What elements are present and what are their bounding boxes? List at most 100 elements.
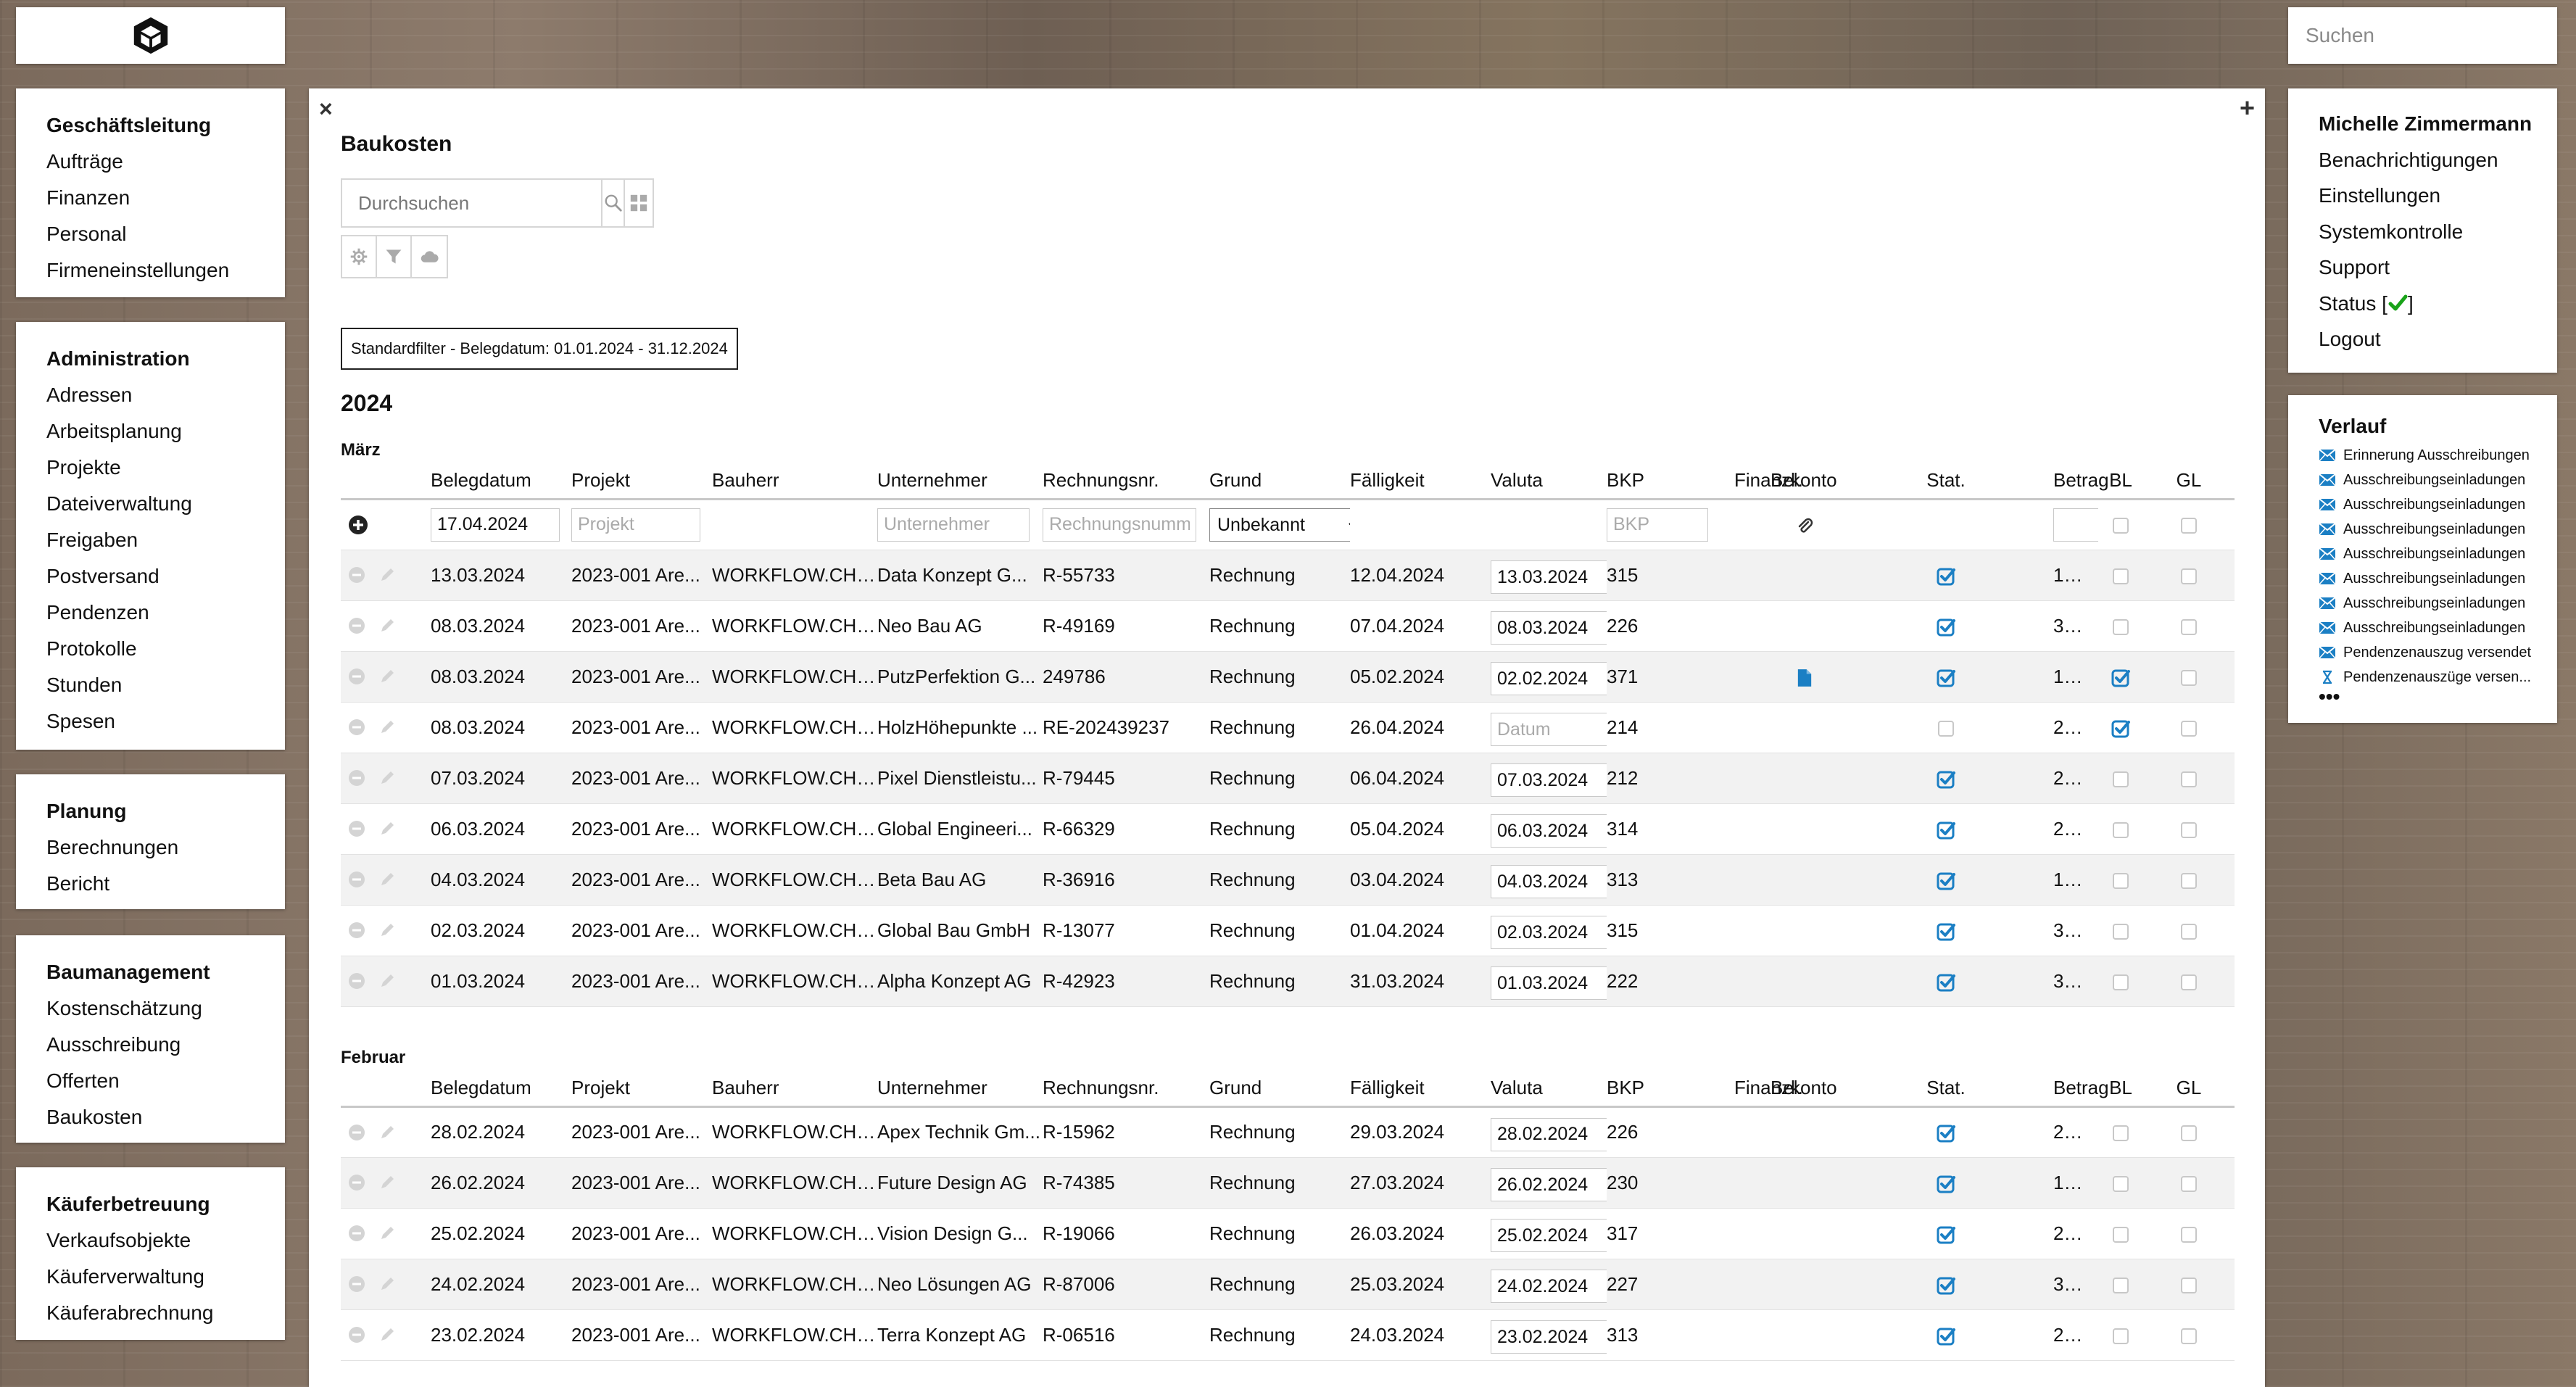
edit-pencil-icon[interactable] (378, 668, 396, 685)
user-link-systemkontrolle[interactable]: Systemkontrolle (2319, 214, 2557, 250)
nav-item-offerten[interactable]: Offerten (46, 1063, 285, 1099)
remove-circle-icon[interactable] (348, 922, 365, 939)
nav-item-adressen[interactable]: Adressen (46, 377, 285, 413)
col-finanzkonto[interactable]: Finanzkonto (1734, 1070, 1837, 1108)
gl-checkbox[interactable] (2181, 618, 2197, 635)
nav-item-stunden[interactable]: Stunden (46, 667, 285, 703)
col-gl[interactable]: GL (2143, 463, 2235, 500)
new-betrag-input[interactable] (2053, 508, 2098, 542)
remove-circle-icon[interactable] (348, 1174, 365, 1191)
history-more-button[interactable]: ••• (2319, 687, 2557, 707)
nav-item-bericht[interactable]: Bericht (46, 866, 285, 902)
table-row[interactable]: 01.03.2024 2023-001 Are... WORKFLOW.CH ...… (341, 956, 2235, 1007)
nav-item-arbeitsplanung[interactable]: Arbeitsplanung (46, 413, 285, 450)
edit-pencil-icon[interactable] (378, 566, 396, 584)
edit-pencil-icon[interactable] (378, 972, 396, 990)
bl-checkbox[interactable] (2113, 974, 2129, 990)
checked-box-icon[interactable] (1936, 1225, 1956, 1245)
checked-box-icon[interactable] (1936, 566, 1956, 587)
checked-box-icon[interactable] (1936, 769, 1956, 790)
bl-checkbox[interactable] (2113, 1328, 2129, 1344)
col-status[interactable]: Stat. (1839, 463, 2053, 500)
remove-circle-icon[interactable] (348, 871, 365, 888)
edit-pencil-icon[interactable] (378, 922, 396, 939)
remove-circle-icon[interactable] (348, 566, 365, 584)
edit-pencil-icon[interactable] (378, 871, 396, 888)
close-icon[interactable]: × (319, 96, 333, 123)
new-projekt-input[interactable] (571, 508, 701, 542)
col-gl[interactable]: GL (2143, 1070, 2235, 1108)
nav-heading[interactable]: Geschäftsleitung (46, 107, 285, 144)
col-unternehmer[interactable]: Unternehmer (877, 463, 1043, 500)
history-item[interactable]: Ausschreibungseinladungen (2319, 517, 2557, 542)
col-betrag[interactable]: Betrag (2053, 463, 2109, 500)
table-row[interactable]: 07.03.2024 2023-001 Are... WORKFLOW.CH ...… (341, 753, 2235, 804)
edit-pencil-icon[interactable] (378, 1225, 396, 1242)
nav-item-baukosten[interactable]: Baukosten (46, 1099, 285, 1135)
nav-item-auftraege[interactable]: Aufträge (46, 144, 285, 180)
new-belegdatum-input[interactable] (431, 508, 560, 542)
remove-circle-icon[interactable] (348, 820, 365, 837)
history-item[interactable]: Ausschreibungseinladungen (2319, 542, 2557, 566)
standard-filter-chip[interactable]: Standardfilter - Belegdatum: 01.01.2024 … (341, 328, 738, 370)
edit-pencil-icon[interactable] (378, 1124, 396, 1141)
nav-item-freigaben[interactable]: Freigaben (46, 522, 285, 558)
table-row[interactable]: 24.02.2024 2023-001 Are... WORKFLOW.CH ...… (341, 1259, 2235, 1310)
valuta-input[interactable] (1491, 966, 1607, 1000)
history-item[interactable]: Ausschreibungseinladungen (2319, 566, 2557, 591)
history-item[interactable]: Ausschreibungseinladungen (2319, 492, 2557, 517)
new-grund-select[interactable]: Unbekannt (1209, 508, 1350, 542)
gl-checkbox[interactable] (2181, 1277, 2197, 1293)
col-valuta[interactable]: Valuta (1491, 1070, 1607, 1108)
remove-circle-icon[interactable] (348, 668, 365, 685)
new-rechnungsnr-input[interactable] (1043, 508, 1196, 542)
valuta-input[interactable] (1491, 1168, 1607, 1201)
valuta-input[interactable] (1491, 763, 1607, 797)
remove-circle-icon[interactable] (348, 719, 365, 736)
valuta-input[interactable] (1491, 1219, 1607, 1252)
remove-circle-icon[interactable] (348, 617, 365, 634)
nav-item-finanzen[interactable]: Finanzen (46, 180, 285, 216)
nav-item-dateiverwaltung[interactable]: Dateiverwaltung (46, 486, 285, 522)
col-faelligkeit[interactable]: Fälligkeit (1350, 1070, 1491, 1108)
bl-checked-icon[interactable] (2111, 719, 2131, 739)
user-link-support[interactable]: Support (2319, 249, 2557, 286)
history-item[interactable]: Pendenzenauszüge versen... (2319, 665, 2557, 690)
history-item[interactable]: Pendenzenauszug versendet (2319, 640, 2557, 665)
nav-heading[interactable]: Planung (46, 793, 285, 829)
gl-checkbox[interactable] (2181, 1125, 2197, 1142)
valuta-input[interactable] (1491, 560, 1607, 594)
new-bl-checkbox[interactable] (2113, 518, 2129, 534)
nav-item-protokolle[interactable]: Protokolle (46, 631, 285, 667)
gl-checkbox[interactable] (2181, 974, 2197, 990)
user-name[interactable]: Michelle Zimmermann (2319, 106, 2557, 142)
bl-checkbox[interactable] (2113, 1175, 2129, 1192)
gl-checkbox[interactable] (2181, 872, 2197, 889)
valuta-input[interactable] (1491, 611, 1607, 645)
new-unternehmer-input[interactable] (877, 508, 1030, 542)
col-belegdatum[interactable]: Belegdatum (431, 1070, 571, 1108)
remove-circle-icon[interactable] (348, 769, 365, 787)
col-bauherr[interactable]: Bauherr (712, 1070, 877, 1108)
new-bkp-input[interactable] (1607, 508, 1708, 542)
remove-circle-icon[interactable] (348, 1326, 365, 1343)
cloud-icon[interactable] (412, 236, 447, 277)
valuta-input[interactable] (1491, 1270, 1607, 1303)
table-row[interactable]: 02.03.2024 2023-001 Are... WORKFLOW.CH ...… (341, 905, 2235, 956)
checked-box-icon[interactable] (1936, 1275, 1956, 1296)
table-row[interactable]: 04.03.2024 2023-001 Are... WORKFLOW.CH ...… (341, 854, 2235, 906)
checked-box-icon[interactable] (1936, 922, 1956, 942)
table-row[interactable]: 08.03.2024 2023-001 Are... WORKFLOW.CH ...… (341, 651, 2235, 703)
gl-checkbox[interactable] (2181, 1175, 2197, 1192)
checked-box-icon[interactable] (1936, 820, 1956, 840)
table-row[interactable]: 08.03.2024 2023-001 Are... WORKFLOW.CH ...… (341, 702, 2235, 753)
gl-checkbox[interactable] (2181, 771, 2197, 787)
nav-item-berechnungen[interactable]: Berechnungen (46, 829, 285, 866)
col-finanzkonto[interactable]: Finanzkonto (1734, 463, 1837, 500)
nav-item-firmeneinstellungen[interactable]: Firmeneinstellungen (46, 252, 285, 289)
edit-pencil-icon[interactable] (378, 617, 396, 634)
bl-checkbox[interactable] (2113, 1226, 2129, 1243)
edit-pencil-icon[interactable] (378, 1275, 396, 1293)
nav-item-postversand[interactable]: Postversand (46, 558, 285, 595)
checked-box-icon[interactable] (1936, 1174, 1956, 1194)
